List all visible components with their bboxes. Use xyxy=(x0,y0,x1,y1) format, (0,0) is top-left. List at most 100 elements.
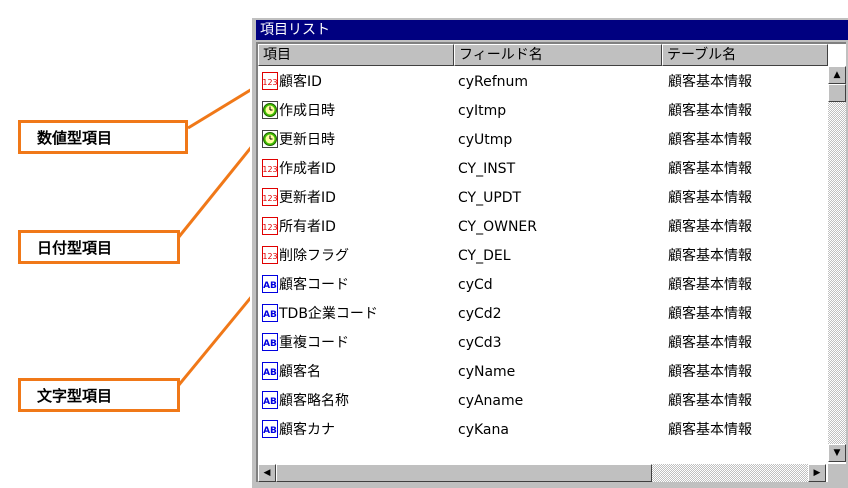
table-name-cell: 顧客基本情報 xyxy=(668,248,752,264)
item-name-cell: 123 顧客ID xyxy=(262,68,322,96)
item-name-cell: AB 顧客略名称 xyxy=(262,387,349,415)
list-item[interactable]: AB 顧客コード cyCd 顧客基本情報 xyxy=(258,271,826,299)
table-name-cell: 顧客基本情報 xyxy=(668,422,752,438)
horizontal-scroll-thumb[interactable] xyxy=(276,464,652,482)
list-item[interactable]: AB TDB企業コード cyCd2 顧客基本情報 xyxy=(258,300,826,328)
item-name-cell: 作成日時 xyxy=(262,97,335,125)
number-type-icon: 123 xyxy=(262,246,278,264)
connector-text xyxy=(176,289,259,387)
scroll-up-button[interactable]: ▲ xyxy=(828,66,846,84)
item-name-cell: AB 顧客コード xyxy=(262,271,349,299)
item-name: 所有者ID xyxy=(279,219,336,235)
item-name-cell: 123 作成者ID xyxy=(262,155,336,183)
scrollbar-corner xyxy=(828,464,846,482)
window-title: 項目リスト xyxy=(260,22,330,38)
svg-text:AB: AB xyxy=(263,281,277,291)
list-item[interactable]: AB 顧客名 cyName 顧客基本情報 xyxy=(258,358,826,386)
svg-text:AB: AB xyxy=(263,310,277,320)
list-item[interactable]: AB 顧客略名称 cyAname 顧客基本情報 xyxy=(258,387,826,415)
column-header-field-name[interactable]: フィールド名 xyxy=(454,44,662,66)
callout-number-type: 数値型項目 xyxy=(18,120,188,154)
scroll-left-button[interactable]: ◀ xyxy=(258,464,276,482)
text-type-icon: AB xyxy=(262,333,278,351)
item-name: 作成者ID xyxy=(279,161,336,177)
callout-date-label: 日付型項目 xyxy=(37,238,113,257)
list-item[interactable]: 123 所有者ID CY_OWNER 顧客基本情報 xyxy=(258,213,826,241)
field-name-cell: cyAname xyxy=(458,393,524,409)
table-name-cell: 顧客基本情報 xyxy=(668,306,752,322)
text-type-icon: AB xyxy=(262,275,278,293)
horizontal-scrollbar[interactable]: ◀ ▶ xyxy=(258,464,826,482)
item-name: 顧客カナ xyxy=(279,422,335,438)
list-item[interactable]: 123 更新者ID CY_UPDT 顧客基本情報 xyxy=(258,184,826,212)
connector-number xyxy=(187,84,258,130)
list-item[interactable]: 123 顧客ID cyRefnum 顧客基本情報 xyxy=(258,68,826,96)
vertical-scroll-thumb[interactable] xyxy=(828,84,846,102)
list-item[interactable]: 123 作成者ID CY_INST 顧客基本情報 xyxy=(258,155,826,183)
field-name-cell: cyUtmp xyxy=(458,132,513,148)
table-name-cell: 顧客基本情報 xyxy=(668,74,752,90)
svg-text:123: 123 xyxy=(262,252,277,261)
table-name-cell: 顧客基本情報 xyxy=(668,190,752,206)
column-header-item[interactable]: 項目 xyxy=(258,44,454,66)
item-name: 重複コード xyxy=(279,335,349,351)
text-type-icon: AB xyxy=(262,304,278,322)
text-type-icon: AB xyxy=(262,420,278,438)
item-name: 削除フラグ xyxy=(279,248,349,264)
item-name-cell: AB 顧客名 xyxy=(262,358,321,386)
scroll-right-button[interactable]: ▶ xyxy=(808,464,826,482)
clock-icon xyxy=(262,101,278,119)
field-name-cell: cyRefnum xyxy=(458,74,529,90)
field-name-cell: cyCd2 xyxy=(458,306,502,322)
item-name: 更新日時 xyxy=(279,132,335,148)
text-type-icon: AB xyxy=(262,391,278,409)
field-name-cell: CY_UPDT xyxy=(458,190,522,206)
svg-text:123: 123 xyxy=(262,78,277,87)
scroll-down-button[interactable]: ▼ xyxy=(828,444,846,462)
item-name: 更新者ID xyxy=(279,190,336,206)
item-name-cell: AB 重複コード xyxy=(262,329,349,357)
field-name-cell: CY_INST xyxy=(458,161,516,177)
window-titlebar[interactable]: 項目リスト xyxy=(256,20,848,40)
svg-text:AB: AB xyxy=(263,397,277,407)
list-item[interactable]: 作成日時 cyItmp 顧客基本情報 xyxy=(258,97,826,125)
clock-icon xyxy=(262,130,278,148)
svg-text:AB: AB xyxy=(263,339,277,349)
vertical-scrollbar[interactable]: ▲ ▼ xyxy=(828,66,846,462)
list-item[interactable]: 123 削除フラグ CY_DEL 顧客基本情報 xyxy=(258,242,826,270)
connector-date xyxy=(176,139,259,239)
callout-text-type: 文字型項目 xyxy=(18,378,180,412)
svg-text:AB: AB xyxy=(263,426,277,436)
list-item[interactable]: AB 顧客カナ cyKana 顧客基本情報 xyxy=(258,416,826,444)
field-name-cell: CY_DEL xyxy=(458,248,511,264)
svg-text:AB: AB xyxy=(263,368,277,378)
table-name-cell: 顧客基本情報 xyxy=(668,219,752,235)
number-type-icon: 123 xyxy=(262,72,278,90)
text-type-icon: AB xyxy=(262,362,278,380)
table-name-cell: 顧客基本情報 xyxy=(668,335,752,351)
list-item[interactable]: 更新日時 cyUtmp 顧客基本情報 xyxy=(258,126,826,154)
number-type-icon: 123 xyxy=(262,159,278,177)
item-name: 作成日時 xyxy=(279,103,335,119)
list-item[interactable]: AB 重複コード cyCd3 顧客基本情報 xyxy=(258,329,826,357)
item-name-cell: 123 削除フラグ xyxy=(262,242,349,270)
table-name-cell: 顧客基本情報 xyxy=(668,161,752,177)
item-name: TDB企業コード xyxy=(279,306,378,322)
field-name-cell: cyName xyxy=(458,364,516,380)
number-type-icon: 123 xyxy=(262,217,278,235)
table-name-cell: 顧客基本情報 xyxy=(668,393,752,409)
item-list-window: 項目リスト 項目 フィールド名 テーブル名 123 顧客ID cyRefnum 顧客基… xyxy=(250,16,848,488)
column-header-table-name[interactable]: テーブル名 xyxy=(662,44,828,66)
item-name-cell: AB 顧客カナ xyxy=(262,416,335,444)
callout-date-type: 日付型項目 xyxy=(18,230,180,264)
callout-text-label: 文字型項目 xyxy=(37,386,113,405)
table-name-cell: 顧客基本情報 xyxy=(668,103,752,119)
number-type-icon: 123 xyxy=(262,188,278,206)
item-list[interactable]: 項目 フィールド名 テーブル名 123 顧客ID cyRefnum 顧客基本情報 作成日… xyxy=(256,42,846,482)
item-name-cell: AB TDB企業コード xyxy=(262,300,378,328)
item-name-cell: 更新日時 xyxy=(262,126,335,154)
field-name-cell: cyCd xyxy=(458,277,493,293)
callout-number-label: 数値型項目 xyxy=(37,128,113,147)
item-name: 顧客名 xyxy=(279,364,321,380)
field-name-cell: cyKana xyxy=(458,422,509,438)
